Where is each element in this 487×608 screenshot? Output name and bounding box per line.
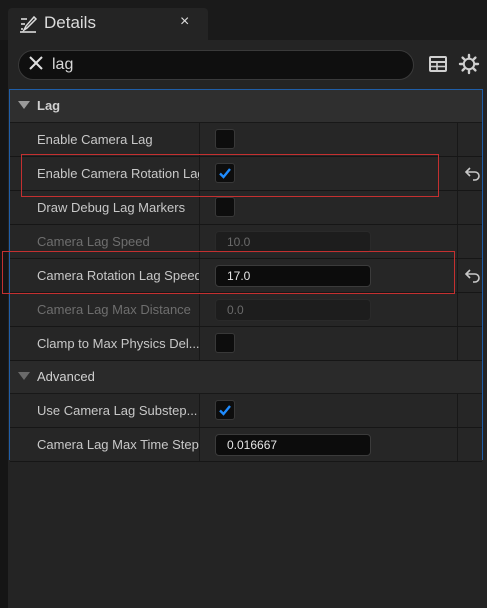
category-header-advanced[interactable]: Advanced xyxy=(10,361,482,394)
column-divider xyxy=(457,394,458,427)
collapse-arrow-icon[interactable] xyxy=(18,372,30,380)
property-label: Enable Camera Lag xyxy=(37,132,153,147)
column-divider[interactable] xyxy=(199,428,200,461)
column-divider xyxy=(457,225,458,258)
property-label: Use Camera Lag Substep... xyxy=(37,403,198,418)
category-label: Lag xyxy=(37,98,61,113)
property-row-camera-lag-max-distance: Camera Lag Max Distance 0.0 xyxy=(10,293,482,327)
tab-title: Details xyxy=(44,13,96,32)
column-divider[interactable] xyxy=(199,123,200,156)
property-label: Clamp to Max Physics Del... xyxy=(37,336,200,351)
column-divider[interactable] xyxy=(199,293,200,326)
category-label: Advanced xyxy=(37,369,95,384)
category-header-lag[interactable]: Lag xyxy=(10,90,482,123)
column-divider xyxy=(457,191,458,224)
tab-close-button[interactable]: × xyxy=(180,13,189,31)
clamp-to-max-physics-delta-checkbox[interactable] xyxy=(215,333,235,353)
highlight-box-rotation-lag xyxy=(21,154,439,197)
search-box[interactable] xyxy=(18,50,414,80)
property-label: Camera Lag Max Distance xyxy=(37,302,191,317)
property-row-camera-lag-max-time-step: Camera Lag Max Time Step 0.016667 xyxy=(10,428,482,462)
draw-debug-lag-markers-checkbox[interactable] xyxy=(215,197,235,217)
column-divider[interactable] xyxy=(199,394,200,427)
column-divider xyxy=(457,157,458,190)
table-view-icon[interactable] xyxy=(428,54,448,74)
reset-to-default-icon[interactable] xyxy=(464,267,482,283)
property-row-clamp-to-max-physics-delta: Clamp to Max Physics Del... xyxy=(10,327,482,361)
property-label: Camera Lag Speed xyxy=(37,234,150,249)
details-pencil-icon xyxy=(18,14,38,34)
collapse-arrow-icon[interactable] xyxy=(18,101,30,109)
column-divider xyxy=(457,259,458,292)
column-divider xyxy=(457,293,458,326)
reset-to-default-icon[interactable] xyxy=(464,165,482,181)
use-camera-lag-substepping-checkbox[interactable] xyxy=(215,400,235,420)
column-divider xyxy=(457,428,458,461)
camera-lag-speed-field: 10.0 xyxy=(215,231,371,253)
property-row-use-camera-lag-substepping: Use Camera Lag Substep... xyxy=(10,394,482,428)
camera-lag-max-time-step-field[interactable]: 0.016667 xyxy=(215,434,371,456)
camera-lag-max-distance-field: 0.0 xyxy=(215,299,371,321)
property-label: Draw Debug Lag Markers xyxy=(37,200,186,215)
column-divider[interactable] xyxy=(199,327,200,360)
property-label: Camera Lag Max Time Step xyxy=(37,437,199,452)
column-divider xyxy=(457,327,458,360)
column-divider xyxy=(457,123,458,156)
property-row-enable-camera-lag: Enable Camera Lag xyxy=(10,123,482,157)
highlight-box-rotation-lag-speed xyxy=(2,251,455,294)
gear-icon[interactable] xyxy=(458,53,480,75)
enable-camera-lag-checkbox[interactable] xyxy=(215,129,235,149)
search-input[interactable] xyxy=(52,53,392,77)
checkmark-icon xyxy=(219,405,231,416)
close-icon[interactable] xyxy=(27,54,45,72)
details-tab[interactable]: Details × xyxy=(8,8,208,40)
